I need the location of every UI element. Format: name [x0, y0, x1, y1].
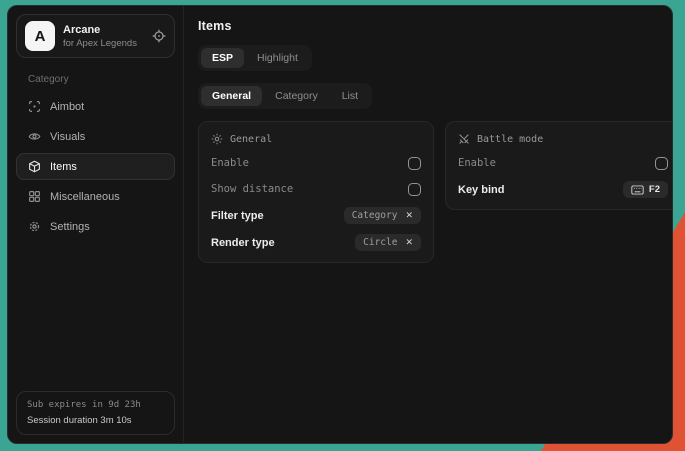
sidebar-item-label: Visuals — [50, 131, 85, 143]
setting-row-render-type: Render type Circle ✕ — [211, 234, 421, 251]
app-logo: A — [25, 21, 55, 51]
app-titles: Arcane for Apex Legends — [63, 24, 137, 49]
remove-icon[interactable]: ✕ — [405, 238, 413, 247]
setting-row-key-bind: Key bind F2 — [458, 181, 668, 198]
crosshair-icon[interactable] — [152, 29, 166, 43]
battle-enable-checkbox[interactable] — [655, 157, 668, 170]
setting-label: Filter type — [211, 210, 264, 222]
swords-icon — [458, 133, 470, 145]
general-card-title: General — [230, 134, 272, 145]
setting-label: Enable — [211, 157, 249, 169]
setting-row-enable: Enable — [211, 155, 421, 171]
main-panel: Items ESP Highlight General Category Lis… — [184, 6, 673, 443]
sidebar-item-label: Settings — [50, 221, 90, 233]
sun-icon — [211, 133, 223, 145]
sidebar: A Arcane for Apex Legends Category — [8, 6, 184, 443]
render-type-select[interactable]: Circle ✕ — [355, 234, 421, 251]
battle-mode-card-title: Battle mode — [477, 134, 543, 145]
view-tab-group: General Category List — [198, 83, 372, 109]
sidebar-item-label: Miscellaneous — [50, 191, 120, 203]
mode-tab-group: ESP Highlight — [198, 45, 312, 71]
sidebar-item-miscellaneous[interactable]: Miscellaneous — [16, 183, 175, 210]
key-bind-value: F2 — [649, 184, 660, 195]
key-bind-button[interactable]: F2 — [623, 181, 668, 198]
gear-icon — [28, 220, 41, 233]
sub-expiry-text: Sub expires in 9d 23h — [27, 400, 164, 410]
app-window: A Arcane for Apex Legends Category — [7, 5, 673, 444]
grid-icon — [28, 190, 41, 203]
enable-checkbox[interactable] — [408, 157, 421, 170]
setting-label: Key bind — [458, 184, 504, 196]
tab-list[interactable]: List — [331, 86, 369, 106]
sidebar-item-label: Aimbot — [50, 101, 84, 113]
setting-label: Show distance — [211, 183, 293, 195]
setting-label: Enable — [458, 157, 496, 169]
sidebar-nav: Aimbot Visuals — [16, 93, 175, 240]
tab-general[interactable]: General — [201, 86, 262, 106]
app-name: Arcane — [63, 24, 137, 36]
sidebar-spacer — [16, 240, 175, 391]
cards-row: General Enable Show distance Filter type… — [198, 121, 673, 263]
app-subtitle: for Apex Legends — [63, 38, 137, 49]
sidebar-item-settings[interactable]: Settings — [16, 213, 175, 240]
sidebar-item-visuals[interactable]: Visuals — [16, 123, 175, 150]
sidebar-section-label: Category — [28, 74, 171, 85]
tab-esp[interactable]: ESP — [201, 48, 244, 68]
app-header-card: A Arcane for Apex Legends — [16, 14, 175, 58]
remove-icon[interactable]: ✕ — [405, 211, 413, 220]
session-duration-text: Session duration 3m 10s — [27, 415, 164, 426]
eye-icon — [28, 130, 41, 143]
tab-highlight[interactable]: Highlight — [246, 48, 309, 68]
page-title: Items — [198, 19, 673, 33]
battle-mode-card-header: Battle mode — [458, 133, 668, 145]
battle-mode-card: Battle mode Enable Key bind — [445, 121, 673, 210]
box-icon — [28, 160, 41, 173]
sidebar-item-aimbot[interactable]: Aimbot — [16, 93, 175, 120]
tab-category[interactable]: Category — [264, 86, 329, 106]
render-type-value: Circle — [363, 237, 397, 248]
filter-type-value: Category — [352, 210, 398, 221]
setting-row-enable: Enable — [458, 155, 668, 171]
general-card: General Enable Show distance Filter type… — [198, 121, 434, 263]
session-status-card: Sub expires in 9d 23h Session duration 3… — [16, 391, 175, 435]
aimbot-crosshair-icon — [28, 100, 41, 113]
setting-label: Render type — [211, 237, 275, 249]
sidebar-item-label: Items — [50, 161, 77, 173]
keyboard-icon — [631, 185, 644, 195]
sidebar-item-items[interactable]: Items — [16, 153, 175, 180]
show-distance-checkbox[interactable] — [408, 183, 421, 196]
general-card-header: General — [211, 133, 421, 145]
setting-row-show-distance: Show distance — [211, 181, 421, 197]
setting-row-filter-type: Filter type Category ✕ — [211, 207, 421, 224]
filter-type-select[interactable]: Category ✕ — [344, 207, 421, 224]
